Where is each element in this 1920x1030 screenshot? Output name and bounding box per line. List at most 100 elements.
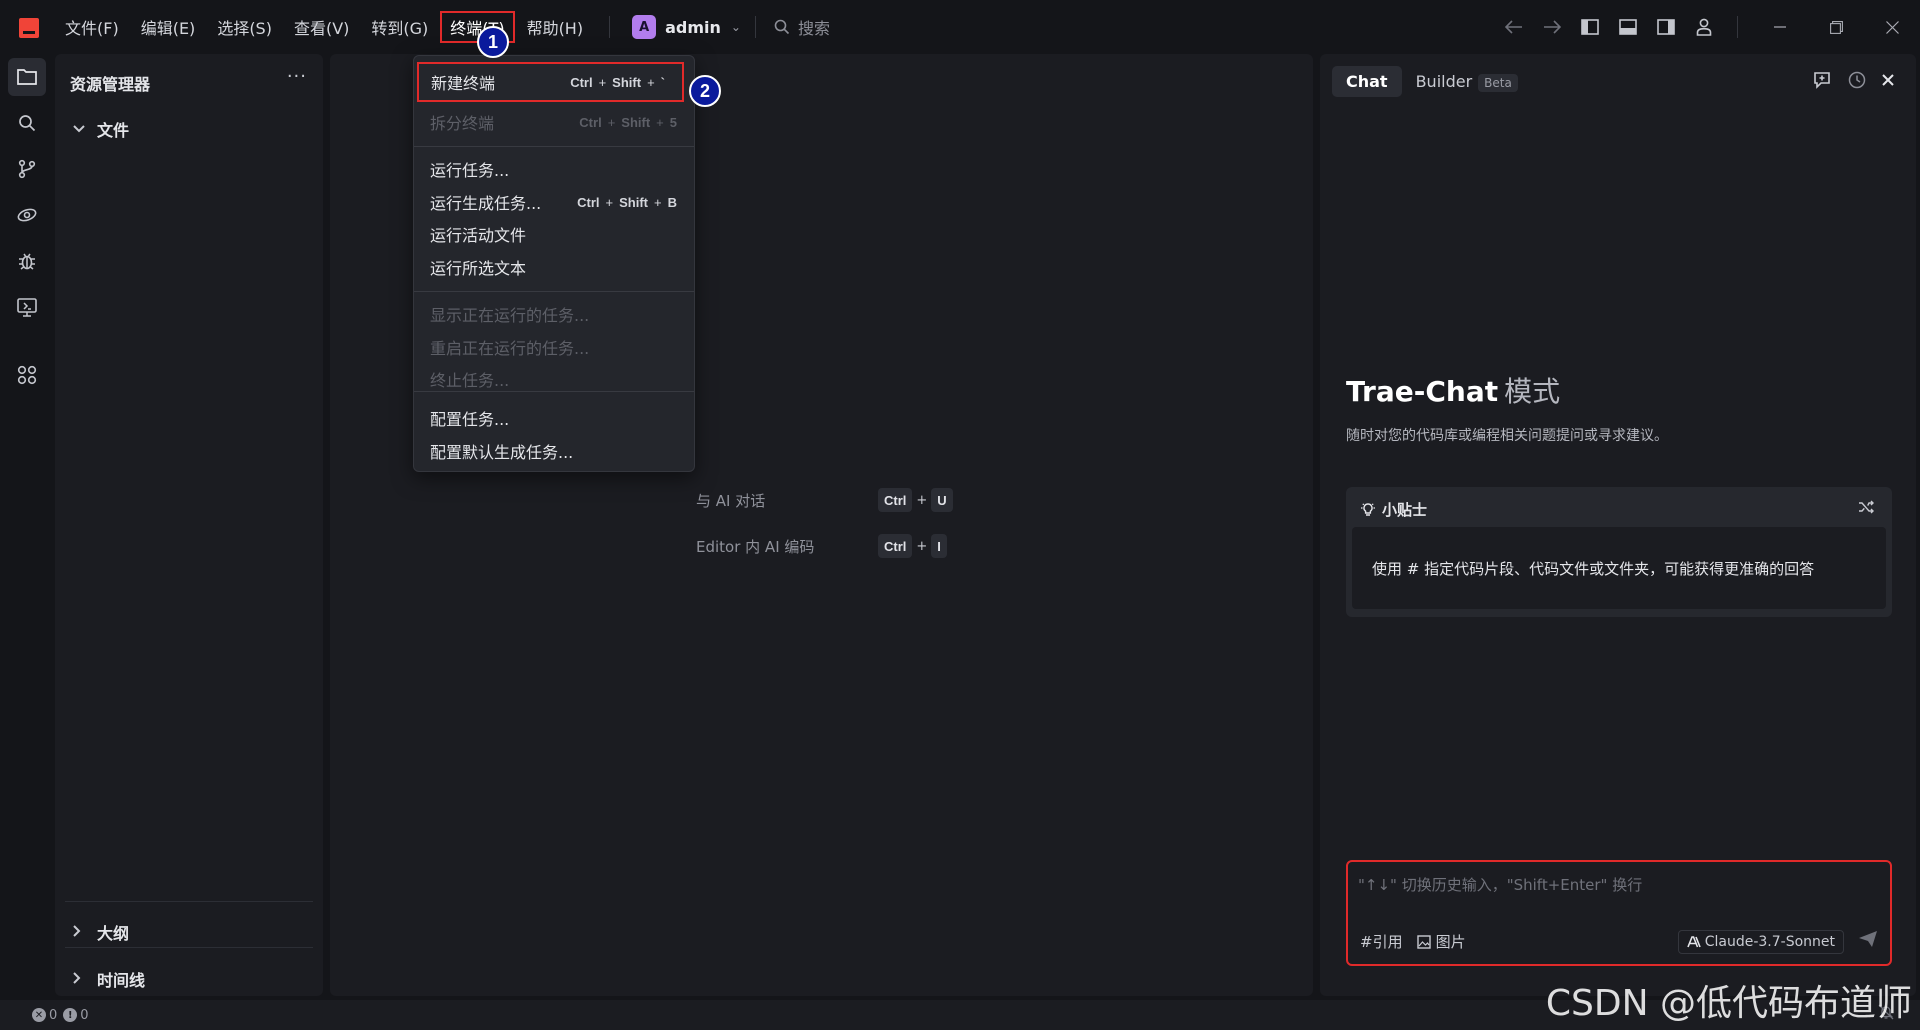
tab-chat[interactable]: Chat xyxy=(1332,66,1402,97)
menu-separator xyxy=(414,146,694,147)
menu-help[interactable]: 帮助(H) xyxy=(517,11,594,43)
menu-item-label: 配置任务... xyxy=(430,410,510,429)
error-count: 0 xyxy=(49,1007,58,1023)
shortcut-key: Shift xyxy=(621,114,651,130)
restore-icon[interactable] xyxy=(1808,0,1864,54)
menu-item-label: 运行生成任务... xyxy=(430,194,542,213)
menu-edit[interactable]: 编辑(E) xyxy=(131,11,206,43)
menu-item-run-active-file[interactable]: 运行活动文件 xyxy=(414,218,694,250)
toggle-right-panel-icon[interactable] xyxy=(1647,12,1685,42)
folder-label: 文件 xyxy=(97,121,130,140)
chat-actions xyxy=(1796,71,1894,89)
user-name: admin xyxy=(665,17,721,37)
key-plus: + xyxy=(916,538,928,554)
more-actions-icon[interactable]: ··· xyxy=(287,66,307,87)
anthropic-logo-icon xyxy=(1686,936,1701,948)
tip-text: 使用 # 指定代码片段、代码文件或文件夹，可能获得更准确的回答 xyxy=(1352,527,1886,609)
menu-divider xyxy=(754,16,756,38)
menu-item-label: 运行活动文件 xyxy=(430,226,527,245)
menu-view[interactable]: 查看(V) xyxy=(284,11,359,43)
source-control-icon[interactable] xyxy=(0,146,54,192)
chat-input-box[interactable]: "↑↓" 切换历史输入，"Shift+Enter" 换行 #引用 图片 Clau… xyxy=(1346,860,1892,966)
tip-title: 小贴士 xyxy=(1382,501,1428,519)
shortcut-key: Ctrl xyxy=(570,74,593,90)
history-icon[interactable] xyxy=(1848,71,1866,89)
remote-explorer-icon[interactable] xyxy=(0,284,54,330)
user-switcher[interactable]: A admin ⌄ xyxy=(632,15,741,39)
hint-label: Editor 内 AI 编码 xyxy=(696,537,815,556)
back-arrow-icon[interactable] xyxy=(1495,12,1533,42)
minimize-icon[interactable] xyxy=(1752,0,1808,54)
image-button[interactable]: 图片 xyxy=(1416,931,1480,952)
tip-header: 小贴士 xyxy=(1360,499,1427,520)
chat-heading-mode: 模式 xyxy=(1504,375,1561,408)
shortcut-key: 5 xyxy=(669,114,677,130)
tip-card: 小贴士 使用 # 指定代码片段、代码文件或文件夹，可能获得更准确的回答 xyxy=(1346,487,1892,617)
tab-builder[interactable]: Builder Beta xyxy=(1402,66,1532,97)
explorer-title: 资源管理器 xyxy=(70,75,151,94)
menu-item-label: 重启正在运行的任务... xyxy=(430,339,590,358)
folder-section-files[interactable]: 文件 xyxy=(73,117,129,141)
model-selector[interactable]: Claude-3.7-Sonnet xyxy=(1677,930,1844,954)
hint-ai-chat: 与 AI 对话 Ctrl + U xyxy=(696,488,953,512)
model-name: Claude-3.7-Sonnet xyxy=(1704,934,1835,950)
close-panel-icon[interactable] xyxy=(1882,74,1894,86)
title-bar: 文件(F) 编辑(E) 选择(S) 查看(V) 转到(G) 终端(T) 帮助(H… xyxy=(0,0,1920,54)
menu-item-configure-tasks[interactable]: 配置任务... xyxy=(414,402,694,434)
title-divider xyxy=(1737,16,1738,38)
menu-item-run-task[interactable]: 运行任务... xyxy=(414,153,694,185)
key-badge: I xyxy=(931,534,947,558)
shuffle-icon[interactable] xyxy=(1858,499,1874,518)
menu-item-new-terminal[interactable]: 新建终端 Ctrl + Shift + ` xyxy=(417,62,684,102)
activity-bar xyxy=(0,54,54,998)
outline-section[interactable]: 大纲 xyxy=(73,920,129,944)
remote-icon[interactable] xyxy=(0,192,54,238)
chat-panel: Chat Builder Beta Trae-Chat 模式 随时对您的代码库或编程… xyxy=(1320,54,1916,996)
menu-item-configure-default-build-task[interactable]: 配置默认生成任务... xyxy=(414,435,694,467)
chat-tabs: Chat Builder Beta xyxy=(1332,66,1532,97)
menu-item-label: 显示正在运行的任务... xyxy=(430,306,590,325)
beta-badge: Beta xyxy=(1478,74,1518,92)
reference-button[interactable]: #引用 xyxy=(1360,931,1403,952)
search-icon[interactable] xyxy=(0,100,54,146)
chat-subtitle: 随时对您的代码库或编程相关问题提问或寻求建议。 xyxy=(1346,428,1668,444)
chat-heading-title: Trae-Chat xyxy=(1346,375,1499,408)
shortcut: Ctrl + Shift + B xyxy=(574,195,680,210)
menu-item-run-selected-text[interactable]: 运行所选文本 xyxy=(414,251,694,283)
toggle-left-panel-icon[interactable] xyxy=(1571,12,1609,42)
avatar: A xyxy=(632,15,657,39)
toggle-bottom-panel-icon[interactable] xyxy=(1609,12,1647,42)
menu-item-show-running-tasks: 显示正在运行的任务... xyxy=(414,298,694,330)
send-icon[interactable] xyxy=(1858,930,1878,952)
new-chat-icon[interactable] xyxy=(1812,71,1832,89)
explorer-icon[interactable] xyxy=(0,54,54,100)
shortcut: Ctrl + Shift + ` xyxy=(567,75,668,90)
search-placeholder: 搜索 xyxy=(797,19,830,38)
shortcut-key: Ctrl xyxy=(577,194,600,210)
shortcut-plus: + xyxy=(598,74,607,90)
extensions-icon[interactable] xyxy=(0,352,54,398)
debug-bug-icon[interactable] xyxy=(0,238,54,284)
menu-selection[interactable]: 选择(S) xyxy=(207,11,282,43)
menu-goto[interactable]: 转到(G) xyxy=(361,11,438,43)
chevron-down-icon xyxy=(73,122,87,136)
close-window-icon[interactable] xyxy=(1864,0,1920,54)
forward-arrow-icon[interactable] xyxy=(1533,12,1571,42)
chevron-down-icon: ⌄ xyxy=(730,20,741,34)
search-icon xyxy=(774,19,790,35)
menu-item-label: 配置默认生成任务... xyxy=(430,443,574,462)
chevron-right-icon xyxy=(73,971,87,987)
tab-builder-label: Builder xyxy=(1415,72,1473,91)
shortcut-plus: + xyxy=(656,114,664,130)
shortcut-key: Shift xyxy=(619,194,649,210)
key-badge: U xyxy=(931,488,953,512)
menu-file[interactable]: 文件(F) xyxy=(55,11,129,43)
search-box[interactable]: 搜索 xyxy=(774,15,830,39)
timeline-section[interactable]: 时间线 xyxy=(73,967,145,991)
problems-indicator[interactable]: ✕ 0 ! 0 xyxy=(32,1008,95,1023)
menu-item-run-build-task[interactable]: 运行生成任务... Ctrl + Shift + B xyxy=(414,186,694,218)
step-callout-2: 2 xyxy=(689,75,721,107)
account-icon[interactable] xyxy=(1685,12,1723,42)
menu-item-split-terminal: 拆分终端 Ctrl + Shift +5 xyxy=(414,106,694,138)
shortcut: Ctrl + Shift +5 xyxy=(576,115,680,130)
